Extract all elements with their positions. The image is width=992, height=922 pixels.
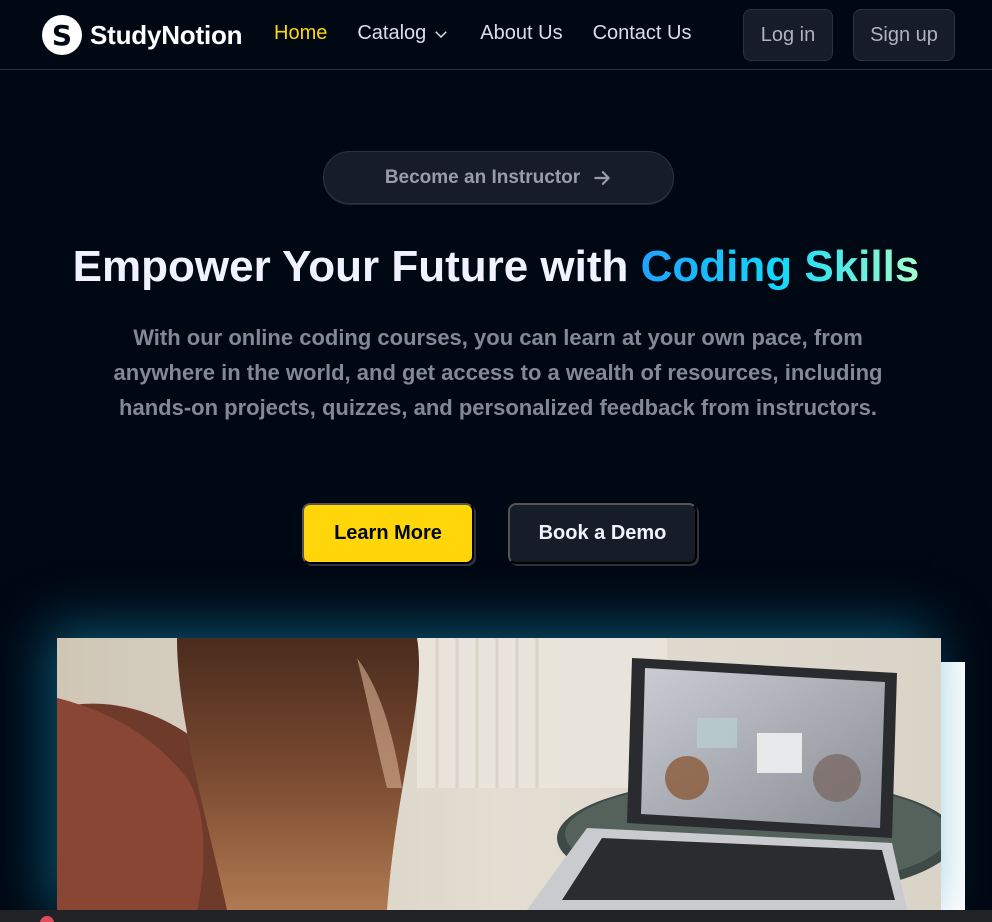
- hero-title: Empower Your Future with Coding Skills: [0, 242, 992, 292]
- nav-link-contact[interactable]: Contact Us: [593, 22, 692, 45]
- signup-button[interactable]: Sign up: [853, 9, 955, 61]
- nav-links: Home Catalog About Us Contact Us: [274, 22, 692, 45]
- logo-text: StudyNotion: [90, 19, 243, 50]
- nav-link-home[interactable]: Home: [274, 22, 327, 45]
- hero-title-prefix: Empower Your Future with: [72, 242, 641, 291]
- hero-title-highlight: Coding Skills: [640, 242, 920, 291]
- logo-mark-icon: S: [42, 15, 82, 55]
- learn-more-button[interactable]: Learn More: [302, 503, 474, 564]
- become-instructor-button[interactable]: Become an Instructor: [323, 151, 674, 204]
- book-demo-button[interactable]: Book a Demo: [508, 503, 697, 564]
- chevron-down-icon: [435, 30, 448, 38]
- nav-link-catalog[interactable]: Catalog: [357, 22, 450, 45]
- hero-video[interactable]: [57, 638, 941, 910]
- studynotion-logo[interactable]: S StudyNotion: [42, 15, 243, 55]
- login-button[interactable]: Log in: [743, 9, 833, 61]
- hero-video-frame: [57, 638, 941, 910]
- os-taskbar: [0, 910, 992, 922]
- nav-link-about[interactable]: About Us: [480, 22, 562, 45]
- arrow-right-icon: [594, 170, 610, 185]
- top-navbar: S StudyNotion Home Catalog About Us Cont…: [0, 0, 992, 70]
- hero-subtitle: With our online coding courses, you can …: [113, 325, 883, 420]
- become-instructor-label: Become an Instructor: [384, 166, 581, 188]
- nav-link-catalog-label: Catalog: [357, 22, 427, 44]
